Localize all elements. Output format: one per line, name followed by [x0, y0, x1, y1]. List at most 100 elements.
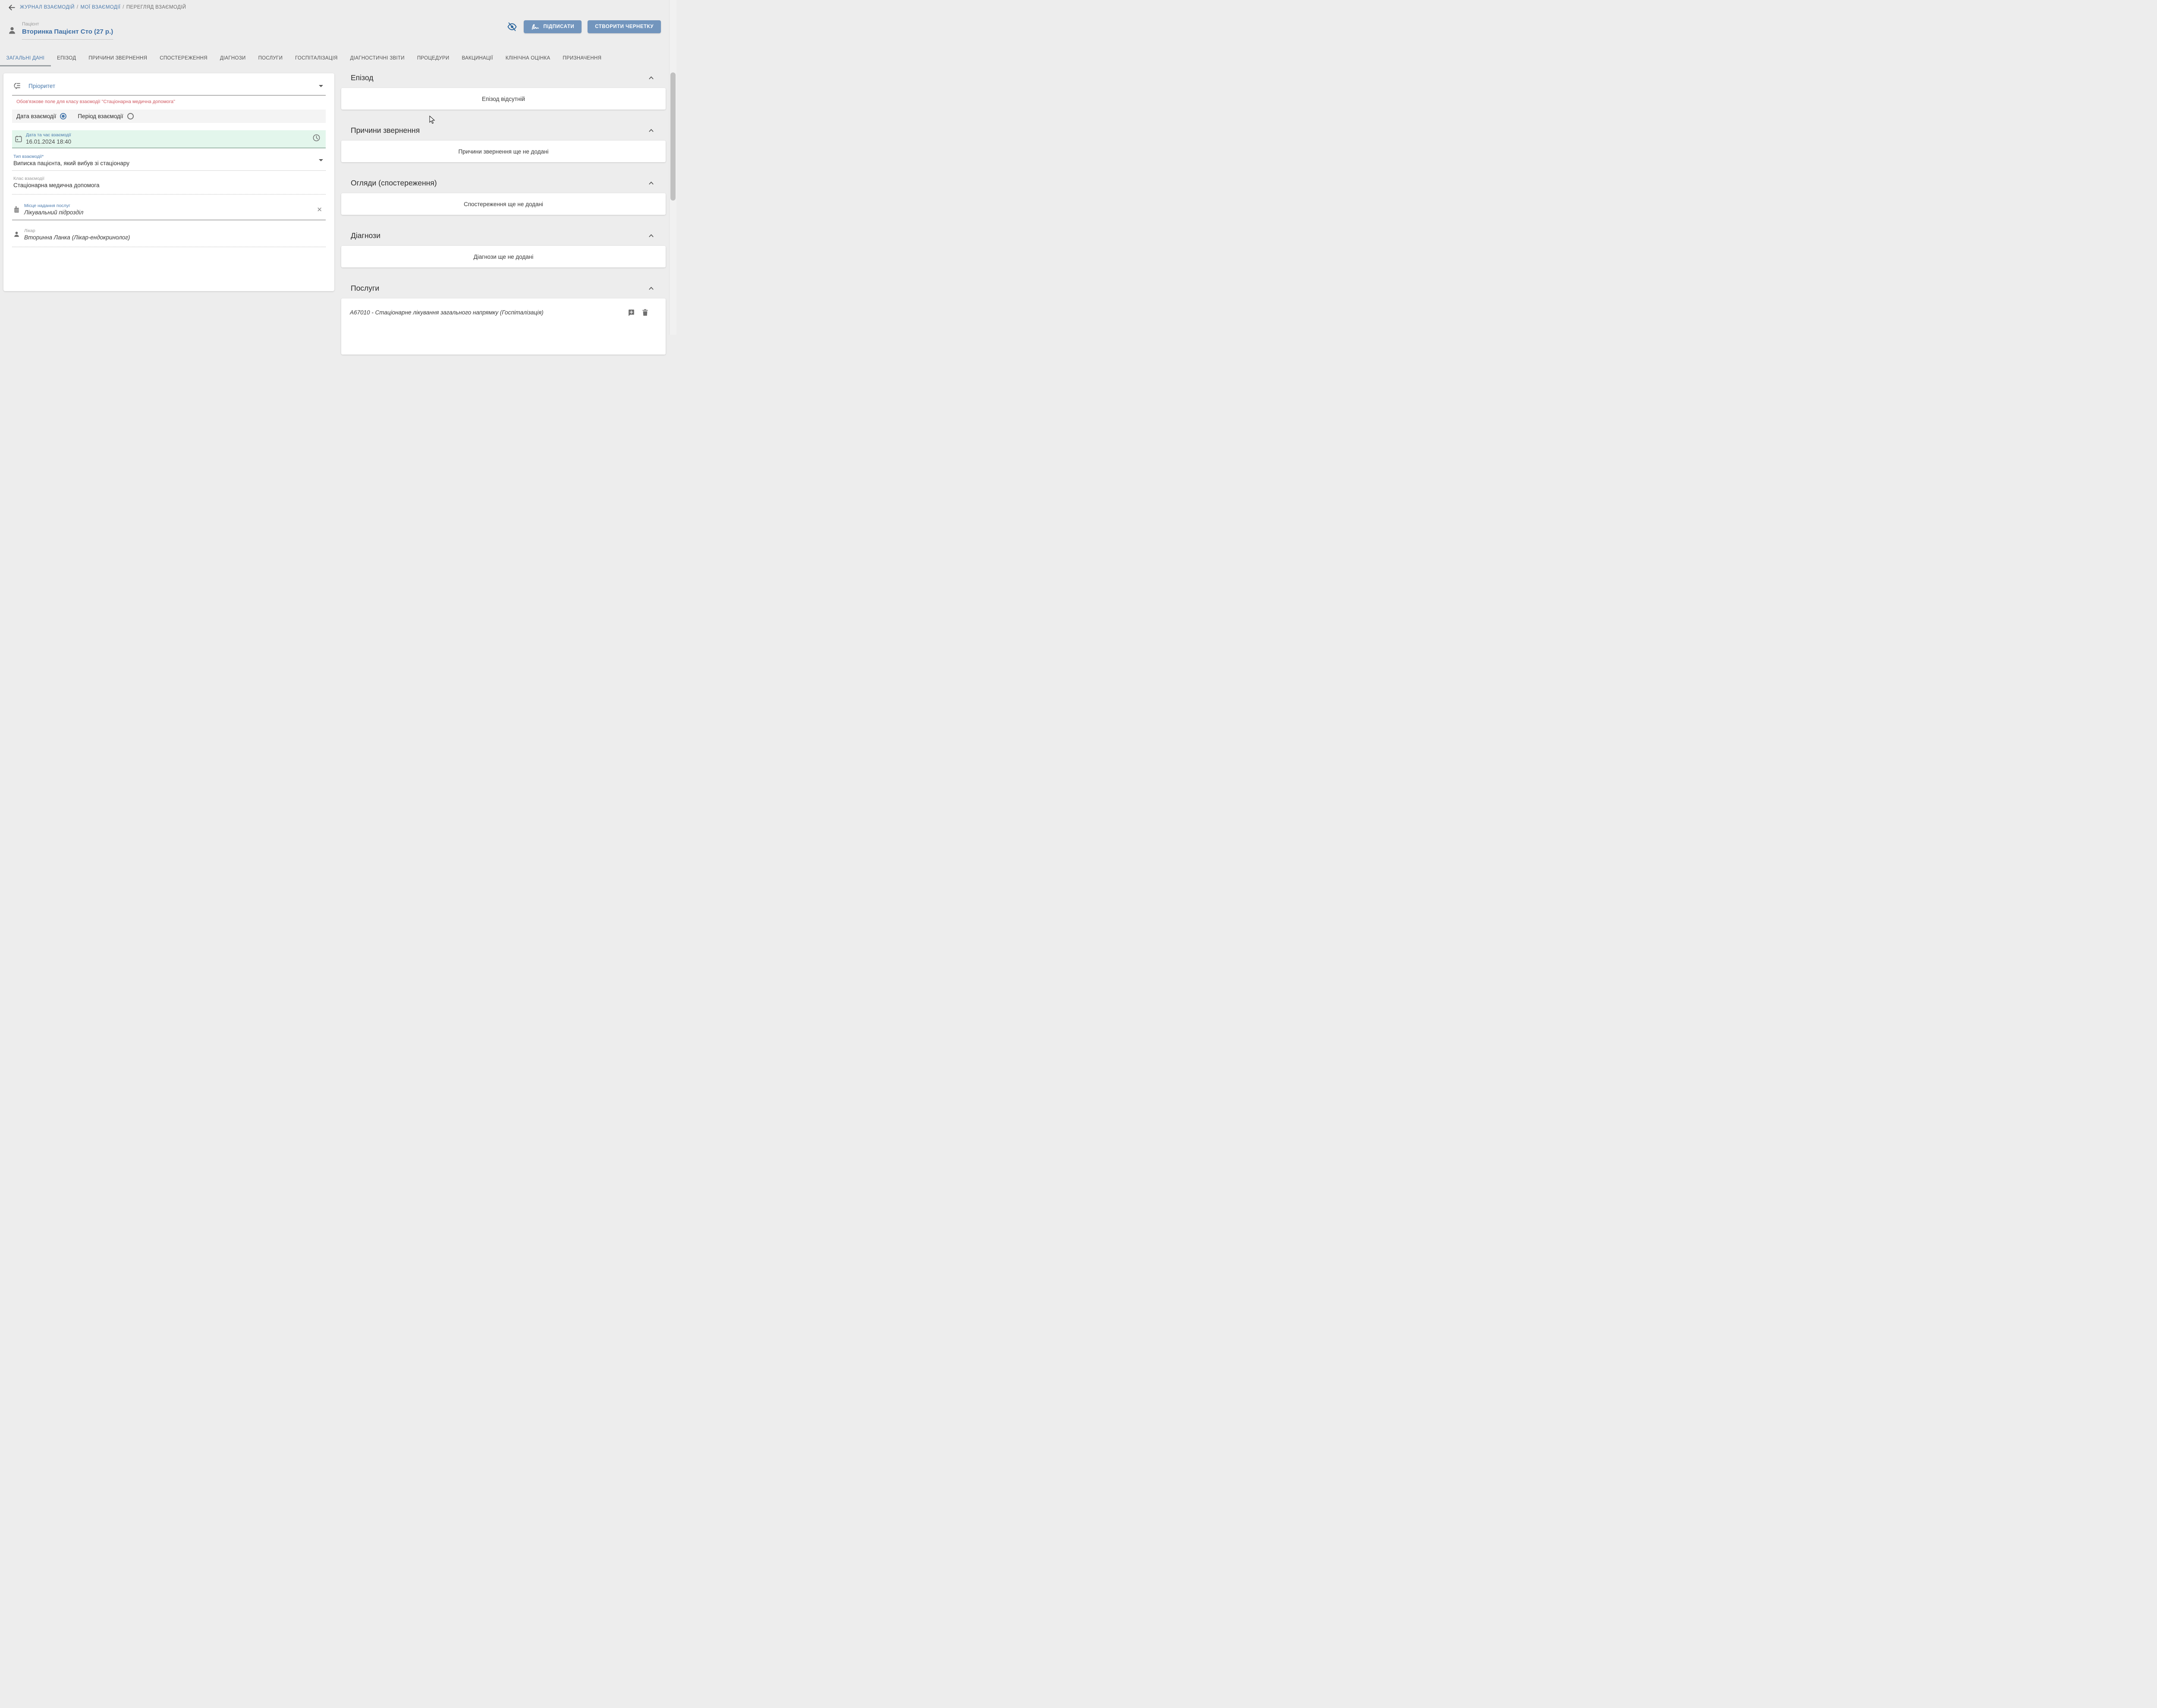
visibility-off-icon[interactable] — [506, 21, 518, 32]
tab-diagnoses[interactable]: ДІАГНОЗИ — [214, 50, 252, 66]
section-episode-body: Епізод відсутній — [341, 88, 666, 110]
interaction-type-label: Тип взаємодії* — [13, 154, 129, 159]
section-diagnoses-header[interactable]: Діагнози — [341, 225, 666, 246]
content-area: Пріоритет Обов'язкове поле для класу вза… — [0, 66, 670, 335]
tab-visit-reasons[interactable]: ПРИЧИНИ ЗВЕРНЕННЯ — [82, 50, 154, 66]
tab-observations[interactable]: СПОСТЕРЕЖЕННЯ — [154, 50, 214, 66]
calendar-icon — [15, 135, 26, 143]
tab-bar: ЗАГАЛЬНІ ДАНІ ЕПІЗОД ПРИЧИНИ ЗВЕРНЕННЯ С… — [0, 50, 670, 66]
create-draft-label: СТВОРИТИ ЧЕРНЕТКУ — [595, 24, 654, 29]
chevron-up-icon[interactable] — [648, 180, 654, 186]
section-diagnoses-body: Діагнози ще не додані — [341, 246, 666, 267]
clear-place-icon[interactable]: ✕ — [314, 206, 325, 214]
datetime-label: Дата та час взаємодії — [26, 132, 71, 138]
service-item-text: A67010 - Стаціонарне лікування загальног… — [350, 309, 544, 316]
section-observations-header[interactable]: Огляди (спостереження) — [341, 173, 666, 193]
patient-avatar-icon — [7, 26, 17, 38]
tab-clinical-assessment[interactable]: КЛІНІЧНА ОЦІНКА — [499, 50, 557, 66]
section-services-body: A67010 - Стаціонарне лікування загальног… — [341, 298, 666, 355]
interaction-view-page: ЖУРНАЛ ВЗАЄМОДІЙ / МОЇ ВЗАЄМОДІЇ / ПЕРЕГ… — [0, 0, 676, 335]
section-services: Послуги A67010 - Стаціонарне лікування з… — [341, 278, 666, 355]
breadcrumb-current: ПЕРЕГЛЯД ВЗАЄМОДІЙ — [126, 5, 186, 10]
clock-icon[interactable] — [312, 134, 321, 144]
empty-state-text: Діагнози ще не додані — [474, 254, 534, 260]
place-of-service-value: Лікувальний підрозділ — [24, 209, 83, 216]
priority-select[interactable]: Пріоритет — [12, 76, 326, 96]
tab-episode[interactable]: ЕПІЗОД — [51, 50, 82, 66]
interaction-class-field: Клас взаємодії Стаціонарна медична допом… — [12, 173, 326, 195]
breadcrumb-separator: / — [123, 5, 124, 10]
priority-error-text: Обов'язкове поле для класу взаємодії "Ст… — [16, 99, 326, 104]
interaction-class-value: Стаціонарна медична допомога — [13, 182, 100, 188]
section-episode-header[interactable]: Епізод — [341, 67, 666, 88]
section-title: Послуги — [342, 284, 379, 293]
tab-services[interactable]: ПОСЛУГИ — [252, 50, 289, 66]
tab-prescriptions[interactable]: ПРИЗНАЧЕННЯ — [557, 50, 608, 66]
create-draft-button[interactable]: СТВОРИТИ ЧЕРНЕТКУ — [588, 20, 661, 33]
tab-vaccinations[interactable]: ВАКЦИНАЦІЇ — [456, 50, 499, 66]
section-visit-reasons-body: Причини звернення ще не додані — [341, 141, 666, 162]
summary-panel: Епізод Епізод відсутній Причини зверненн… — [341, 67, 666, 355]
datetime-value: 16.01.2024 18:40 — [26, 138, 71, 145]
section-title: Огляди (спостереження) — [342, 179, 437, 188]
tab-diagnostic-reports[interactable]: ДІАГНОСТИЧНІ ЗВІТИ — [344, 50, 411, 66]
section-title: Епізод — [342, 73, 373, 82]
low-priority-icon — [13, 82, 24, 90]
date-mode-period-label: Період взаємодії — [78, 113, 123, 119]
tab-hospitalization[interactable]: ГОСПІТАЛІЗАЦІЯ — [289, 50, 344, 66]
service-list-item: A67010 - Стаціонарне лікування загальног… — [341, 298, 666, 316]
chevron-down-icon — [319, 159, 323, 161]
section-title: Причини звернення — [342, 126, 420, 135]
back-button[interactable] — [7, 3, 16, 12]
patient-label: Пацієнт — [22, 22, 113, 27]
arrow-back-icon — [8, 3, 16, 12]
datetime-field[interactable]: Дата та час взаємодії 16.01.2024 18:40 — [12, 130, 326, 148]
patient-block: Пацієнт Вторинка Пацієнт Сто (27 р.) — [7, 22, 113, 40]
add-service-icon[interactable] — [628, 309, 635, 316]
chevron-up-icon[interactable] — [648, 75, 654, 81]
section-visit-reasons: Причини звернення Причини звернення ще н… — [341, 120, 666, 162]
section-services-header[interactable]: Послуги — [341, 278, 666, 298]
patient-name-underline: Вторинка Пацієнт Сто (27 р.) — [22, 28, 113, 40]
date-mode-date-radio[interactable] — [60, 113, 66, 119]
breadcrumb-my-interactions[interactable]: МОЇ ВЗАЄМОДІЇ — [81, 5, 121, 10]
place-of-service-label: Місце надання послуг — [24, 203, 83, 208]
doctor-value: Вторинна Ланка (Лікар-ендокринолог) — [24, 234, 130, 241]
chevron-up-icon[interactable] — [648, 285, 654, 292]
tab-general-data[interactable]: ЗАГАЛЬНІ ДАНІ — [0, 50, 51, 66]
breadcrumb: ЖУРНАЛ ВЗАЄМОДІЙ / МОЇ ВЗАЄМОДІЇ / ПЕРЕГ… — [20, 5, 186, 10]
interaction-type-select[interactable]: Тип взаємодії* Виписка пацієнта, який ви… — [12, 151, 326, 171]
building-icon — [13, 205, 24, 214]
breadcrumb-separator: / — [77, 5, 79, 10]
header-actions: ПІДПИСАТИ СТВОРИТИ ЧЕРНЕТКУ — [506, 20, 661, 33]
section-diagnoses: Діагнози Діагнози ще не додані — [341, 225, 666, 267]
empty-state-text: Епізод відсутній — [482, 96, 525, 102]
date-mode-period-radio[interactable] — [127, 113, 134, 119]
patient-name-link[interactable]: Вторинка Пацієнт Сто (27 р.) — [22, 28, 113, 35]
empty-state-text: Причини звернення ще не додані — [458, 148, 548, 155]
doctor-label: Лікар — [24, 228, 130, 233]
place-of-service-field[interactable]: Місце надання послуг Лікувальний підрозд… — [12, 200, 326, 220]
chevron-down-icon — [319, 85, 323, 87]
page-scrollbar-track[interactable] — [669, 0, 676, 335]
section-title: Діагнози — [342, 231, 380, 240]
sign-button-label: ПІДПИСАТИ — [543, 24, 574, 29]
section-visit-reasons-header[interactable]: Причини звернення — [341, 120, 666, 141]
delete-service-icon[interactable] — [642, 309, 648, 316]
date-mode-radio-group: Дата взаємодії Період взаємодії — [12, 110, 326, 123]
section-episode: Епізод Епізод відсутній — [341, 67, 666, 110]
general-data-card: Пріоритет Обов'язкове поле для класу вза… — [3, 73, 334, 291]
chevron-up-icon[interactable] — [648, 232, 654, 239]
date-mode-date-label: Дата взаємодії — [16, 113, 56, 119]
page-scrollbar-thumb[interactable] — [670, 72, 676, 201]
interaction-class-label: Клас взаємодії — [13, 176, 100, 181]
empty-state-text: Спостереження ще не додані — [464, 201, 543, 207]
section-observations-body: Спостереження ще не додані — [341, 193, 666, 215]
section-observations: Огляди (спостереження) Спостереження ще … — [341, 173, 666, 215]
breadcrumb-journal[interactable]: ЖУРНАЛ ВЗАЄМОДІЙ — [20, 5, 75, 10]
priority-label: Пріоритет — [28, 83, 55, 89]
chevron-up-icon[interactable] — [648, 127, 654, 134]
tab-procedures[interactable]: ПРОЦЕДУРИ — [411, 50, 456, 66]
doctor-field: Лікар Вторинна Ланка (Лікар-ендокринолог… — [12, 225, 326, 247]
sign-button[interactable]: ПІДПИСАТИ — [524, 20, 582, 33]
